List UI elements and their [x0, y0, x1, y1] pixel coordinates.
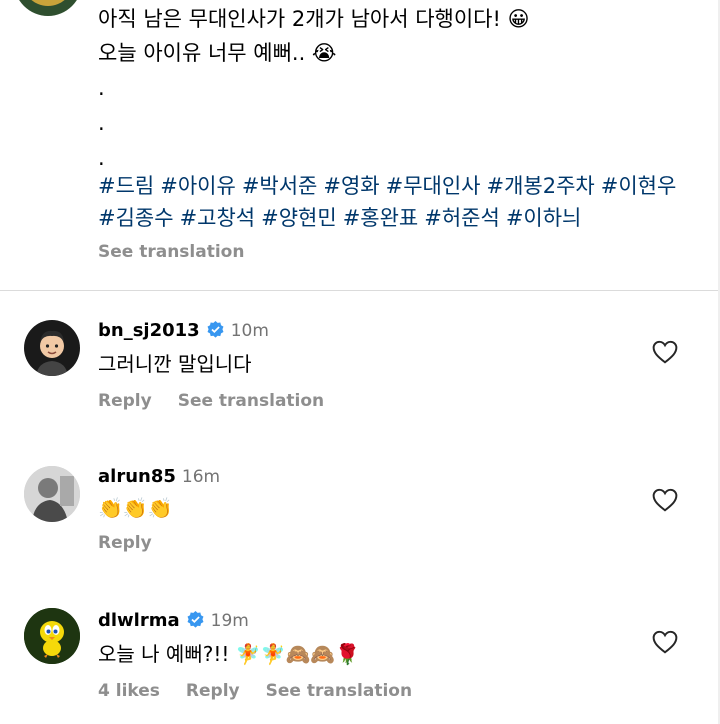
- hashtag-link[interactable]: #박서준: [242, 174, 318, 198]
- hashtags-row-2: #김종수 #고창석 #양현민 #홍완표 #허준석 #이하늬: [98, 204, 587, 232]
- comment-header: bn_sj2013 10m: [98, 320, 269, 341]
- tweety-avatar-icon: [24, 608, 80, 664]
- heart-outline-icon[interactable]: [652, 488, 678, 512]
- comment-time: 19m: [210, 611, 249, 631]
- comment-username[interactable]: alrun85: [98, 466, 176, 487]
- reply-button[interactable]: Reply: [98, 391, 152, 411]
- see-translation-button[interactable]: See translation: [266, 681, 412, 701]
- comment-actions: 4 likes Reply See translation: [98, 681, 438, 701]
- hashtag-link[interactable]: #무대인사: [386, 174, 481, 198]
- commenter-avatar[interactable]: [24, 466, 80, 522]
- hashtag-link[interactable]: #김종수: [98, 206, 174, 230]
- comment-username[interactable]: bn_sj2013: [98, 320, 200, 341]
- verified-badge-icon: [187, 610, 204, 628]
- comment-username[interactable]: dlwlrma: [98, 610, 180, 631]
- heart-outline-icon[interactable]: [652, 630, 678, 654]
- hashtag-link[interactable]: #개봉2주차: [487, 174, 595, 198]
- comment-time: 16m: [181, 467, 221, 487]
- hashtag-link[interactable]: #양현민: [261, 206, 337, 230]
- comment-time: 10m: [230, 321, 269, 341]
- caption-dot-1: .: [98, 76, 105, 100]
- hashtag-link[interactable]: #이현우: [601, 174, 677, 198]
- commenter-avatar[interactable]: [24, 320, 80, 376]
- hashtag-link[interactable]: #이하늬: [506, 206, 582, 230]
- heart-outline-icon[interactable]: [652, 340, 678, 364]
- comment-actions: Reply: [98, 533, 178, 553]
- comment-header: alrun85 16m: [98, 466, 220, 487]
- see-translation-button[interactable]: See translation: [178, 391, 324, 411]
- hashtag-link[interactable]: #홍완표: [343, 206, 419, 230]
- hashtag-link[interactable]: #영화: [323, 174, 379, 198]
- comment-text: 오늘 나 예뻐?!! 🧚🧚🙈🙈🌹: [98, 642, 361, 666]
- caption-see-translation-button[interactable]: See translation: [98, 242, 244, 262]
- hashtags-row-1: #드림 #아이유 #박서준 #영화 #무대인사 #개봉2주차 #이현우: [98, 172, 682, 200]
- comment-text: 👏👏👏: [98, 496, 173, 520]
- caption-line-2: 오늘 아이유 너무 예뻐.. 😭: [98, 41, 337, 65]
- caption-dot-2: .: [98, 111, 105, 135]
- hashtag-link[interactable]: #고창석: [180, 206, 256, 230]
- reply-button[interactable]: Reply: [186, 681, 240, 701]
- reply-button[interactable]: Reply: [98, 533, 152, 553]
- caption-line-1: 아직 남은 무대인사가 2개가 남아서 다행이다! 😀: [98, 7, 530, 31]
- caption-dot-3: .: [98, 146, 105, 170]
- commenter-avatar[interactable]: [24, 608, 80, 664]
- post-author-avatar[interactable]: [14, 0, 82, 16]
- hashtag-link[interactable]: #허준석: [424, 206, 500, 230]
- photo-avatar-icon: [24, 466, 80, 522]
- likes-count-button[interactable]: 4 likes: [98, 681, 160, 701]
- hashtag-link[interactable]: #아이유: [160, 174, 236, 198]
- comment-text: 그러니깐 말입니다: [98, 352, 252, 376]
- section-divider: [0, 290, 720, 291]
- memoji-avatar-icon: [36, 330, 68, 376]
- comment-actions: Reply See translation: [98, 391, 350, 411]
- verified-badge-icon: [207, 320, 224, 338]
- comment-header: dlwlrma 19m: [98, 610, 249, 631]
- hashtag-link[interactable]: #드림: [98, 174, 154, 198]
